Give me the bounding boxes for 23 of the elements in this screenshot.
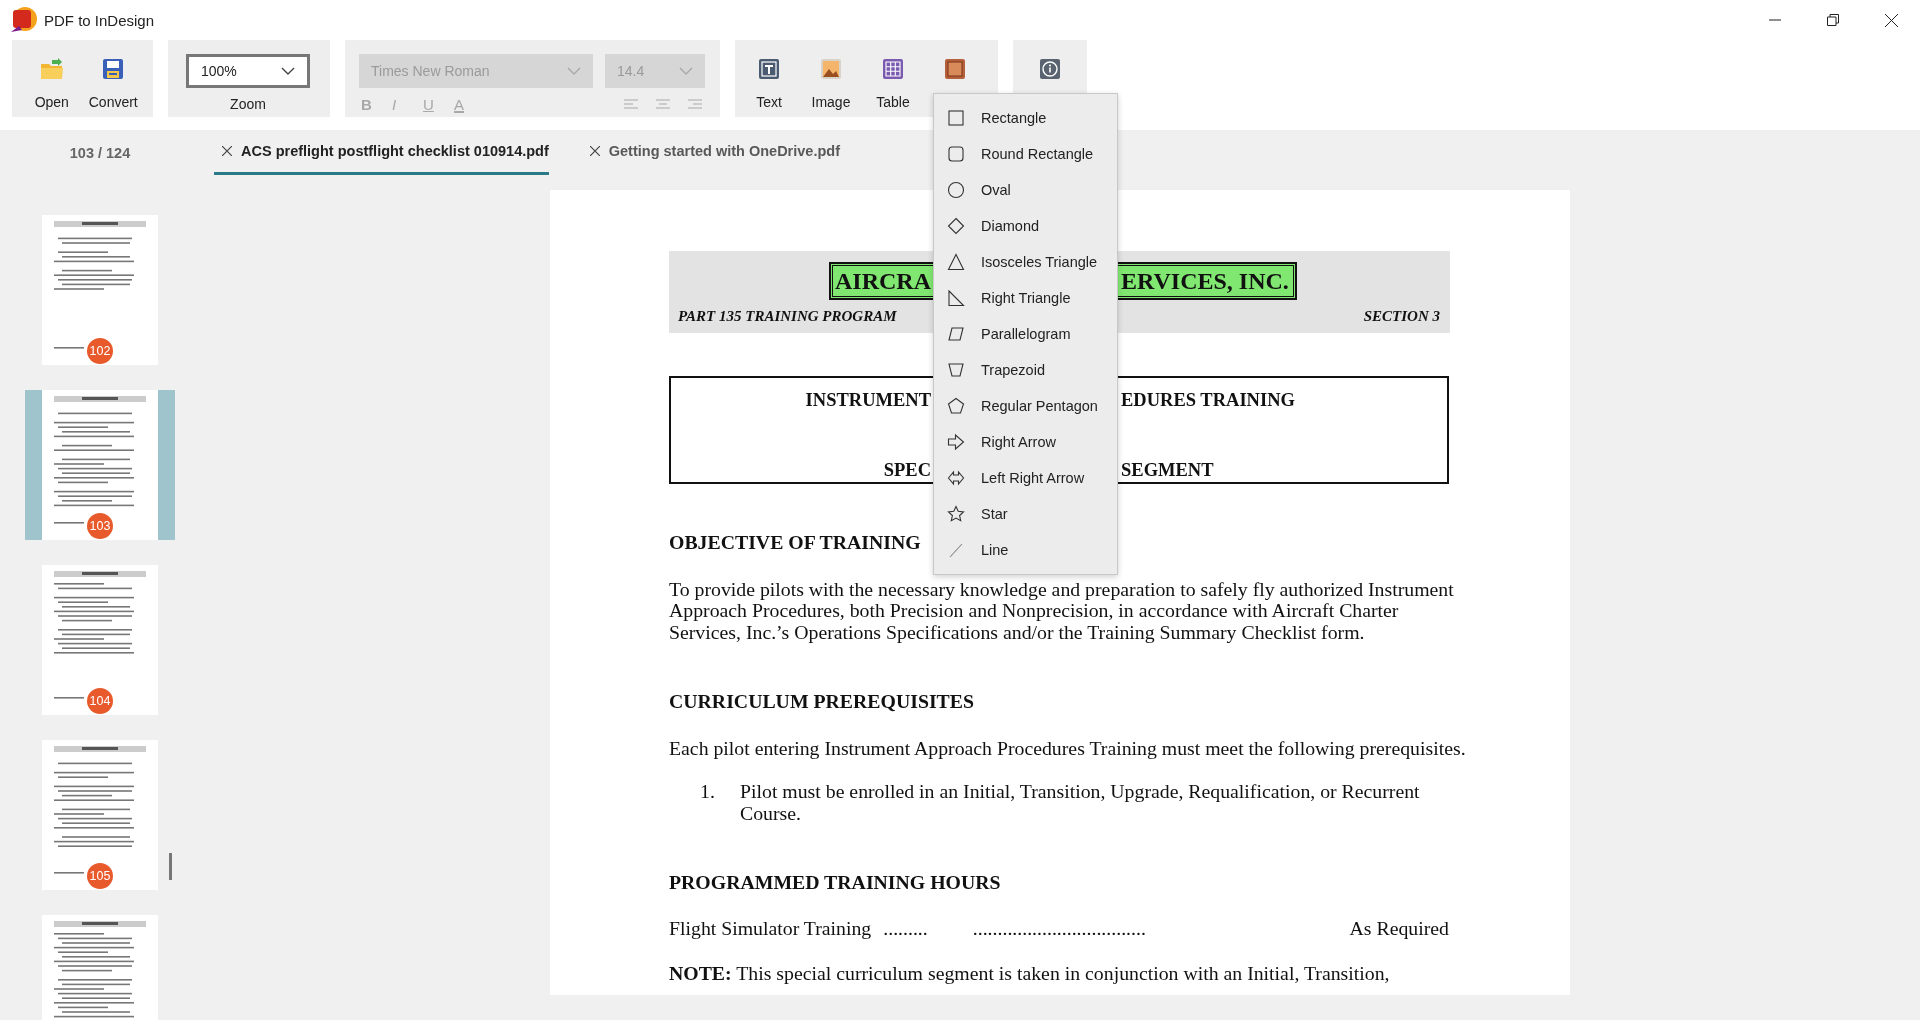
section-heading: PROGRAMMED TRAINING HOURS — [669, 872, 1001, 894]
company-name: AIRCRA — [835, 267, 931, 295]
title-text: EDURES TRAINING — [1121, 389, 1295, 411]
note-text: NOTE: This special curriculum segment is taken in conjunction with an Initial, Transition, — [669, 963, 1391, 985]
page-counter: 103 / 124 — [69, 144, 131, 161]
body-paragraph: To provide pilots with the necessary knowledge and preparation to safely fly authorized Instrument Approach Procedures, both Precision and Nonprecision, in accordance with Aircraft Charter Services, Inc.’s Operations Specifications and/or the Training Summary Checklist form. — [669, 578, 1455, 643]
leader-dots: ......... — [883, 917, 928, 939]
section-heading: CURRICULUM PREREQUISITES — [669, 691, 974, 713]
leader-dots: ................................... — [972, 917, 1146, 939]
window-title: PDF to InDesign — [44, 11, 155, 29]
body-paragraph: Each pilot entering Instrument Approach Procedures Training must meet the following prerequisites. — [669, 737, 1467, 759]
section-heading: OBJECTIVE OF TRAINING — [669, 532, 921, 554]
title-text: SEGMENT — [1121, 459, 1214, 481]
section-label: SECTION 3 — [1363, 308, 1440, 325]
list-number: 1. — [699, 781, 716, 804]
program-label: PART 135 TRAINING PROGRAM — [678, 308, 897, 325]
row-value: As Required — [1349, 917, 1449, 939]
title-text: SPEC — [882, 459, 931, 481]
group-label: Zoom — [229, 95, 267, 113]
list-item-text: Pilot must be enrolled in an Initial, Transition, Upgrade, Requalification, or Recurrent Course. — [740, 781, 1421, 824]
company-name: ERVICES, INC. — [1121, 267, 1289, 295]
row-label: Flight Simulator Training — [669, 917, 872, 939]
title-text: INSTRUMENT — [804, 389, 931, 411]
